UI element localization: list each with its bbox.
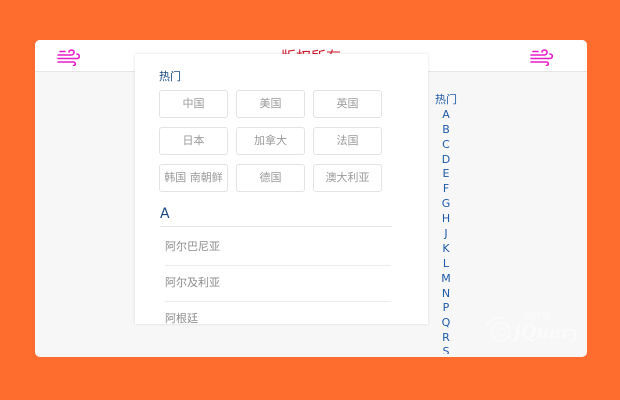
wind-icon[interactable] [530, 48, 554, 66]
index-item-g[interactable]: G [433, 197, 459, 212]
section-header-a: A [160, 206, 170, 222]
watermark-subtitle: 插件库 [524, 310, 551, 322]
index-item-m[interactable]: M [433, 272, 459, 287]
hot-country-button[interactable]: 美国 [236, 90, 305, 118]
index-item-hot[interactable]: 热门 [433, 93, 459, 108]
alphabet-index: 热门 A B C D E F G H J K L M N P Q R S [433, 93, 459, 354]
watermark-brand: jQuery [511, 322, 576, 343]
hot-country-button[interactable]: 日本 [159, 127, 228, 155]
index-item-k[interactable]: K [433, 242, 459, 257]
index-item-b[interactable]: B [433, 123, 459, 138]
hot-country-button[interactable]: 中国 [159, 90, 228, 118]
list-item[interactable]: 阿尔及利亚 [165, 265, 391, 302]
hot-country-button[interactable]: 韩国 南朝鲜 [159, 164, 228, 192]
index-item-a[interactable]: A [433, 108, 459, 123]
index-item-s[interactable]: S [433, 346, 459, 354]
index-item-l[interactable]: L [433, 257, 459, 272]
hot-country-button[interactable]: 德国 [236, 164, 305, 192]
index-item-c[interactable]: C [433, 138, 459, 153]
index-item-f[interactable]: F [433, 182, 459, 197]
hot-country-button[interactable]: 法国 [313, 127, 382, 155]
hot-country-button[interactable]: 澳大利亚 [313, 164, 382, 192]
list-item[interactable]: 阿根廷 [165, 301, 391, 324]
hot-country-button[interactable]: 加拿大 [236, 127, 305, 155]
hot-section-label: 热门 [159, 70, 181, 83]
country-picker-panel: 热门 中国 美国 英国 日本 加拿大 法国 韩国 南朝鲜 德国 澳大利亚 A 阿… [135, 54, 428, 324]
index-item-d[interactable]: D [433, 153, 459, 168]
hot-country-button[interactable]: 英国 [313, 90, 382, 118]
list-item[interactable]: 阿尔巴尼亚 [165, 229, 391, 266]
index-item-e[interactable]: E [433, 167, 459, 182]
index-item-r[interactable]: R [433, 331, 459, 346]
index-item-p[interactable]: P [433, 301, 459, 316]
index-item-q[interactable]: Q [433, 316, 459, 331]
section-divider [160, 226, 392, 227]
jquery-logo: jQuery 插件库 [485, 310, 576, 343]
index-item-j[interactable]: J [433, 227, 459, 242]
index-item-n[interactable]: N [433, 287, 459, 302]
index-item-h[interactable]: H [433, 212, 459, 227]
